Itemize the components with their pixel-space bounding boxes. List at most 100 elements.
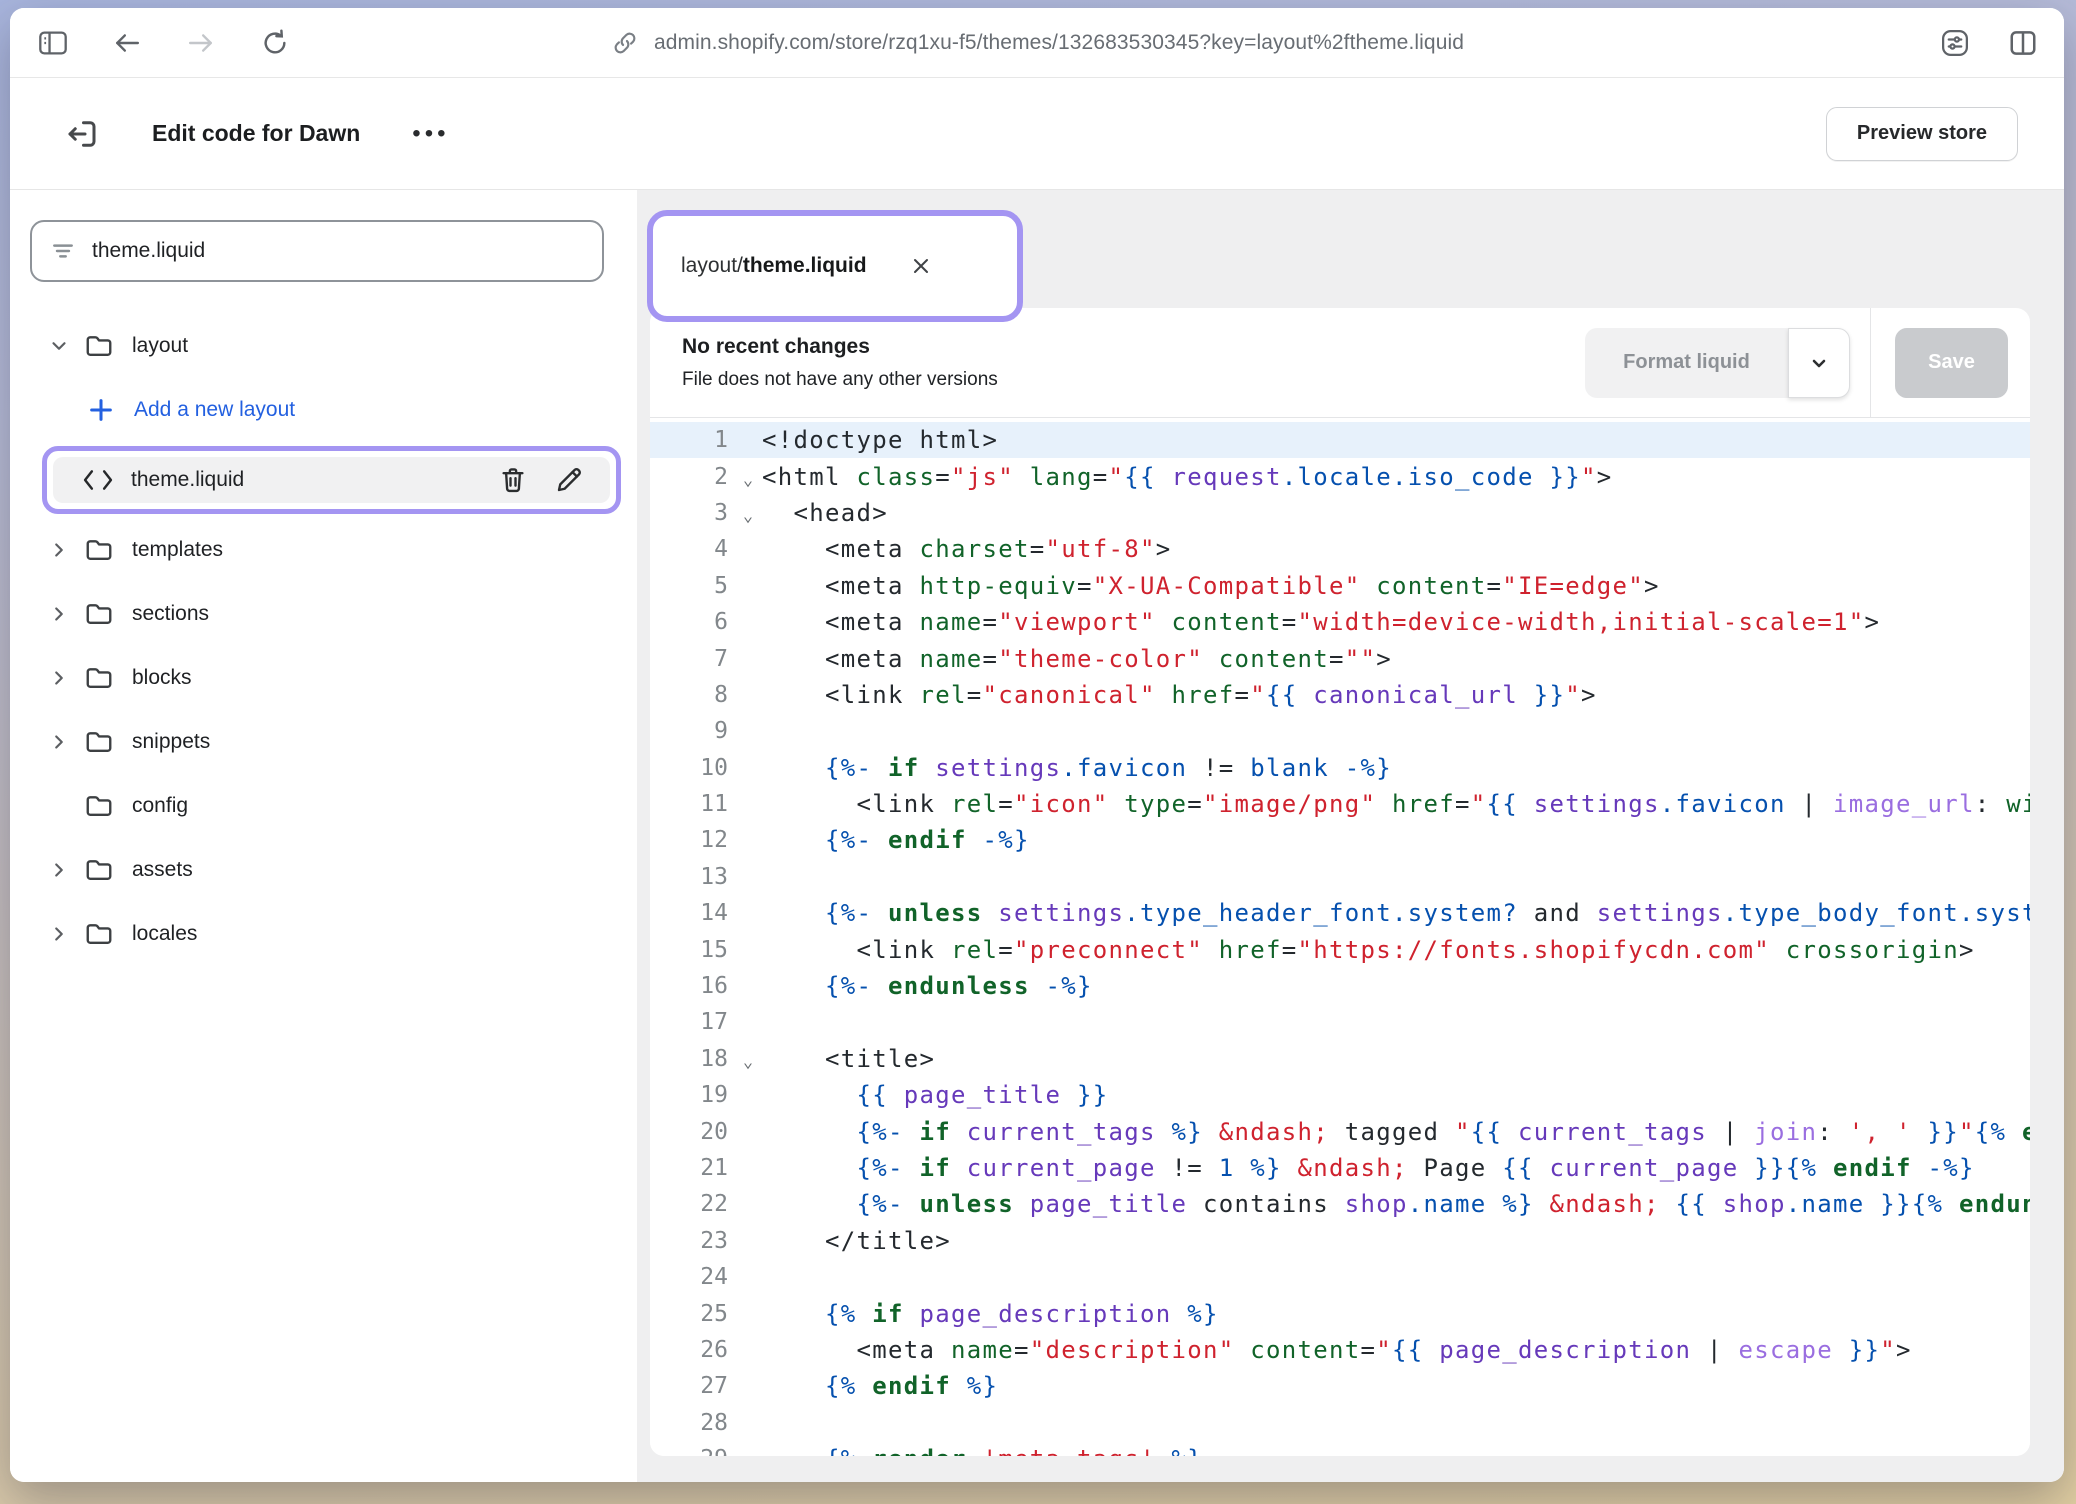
code-line[interactable]: 29 {% render 'meta-tags' %}	[650, 1441, 2030, 1456]
split-view-icon[interactable]	[2008, 28, 2038, 58]
tune-icon[interactable]	[1940, 28, 1970, 58]
editor-panel: layout/theme.liquid No recent changes Fi…	[637, 190, 2064, 1482]
chevron-right-icon[interactable]	[44, 727, 74, 757]
url-text: admin.shopify.com/store/rzq1xu-f5/themes…	[654, 31, 1464, 55]
folder-icon	[82, 329, 116, 363]
code-line[interactable]: 6 <meta name="viewport" content="width=d…	[650, 604, 2030, 640]
code-line[interactable]: 22 {%- unless page_title contains shop.n…	[650, 1186, 2030, 1222]
line-number: 25	[650, 1301, 734, 1327]
code-line[interactable]: 26 <meta name="description" content="{{ …	[650, 1332, 2030, 1368]
line-number: 7	[650, 646, 734, 672]
version-info: No recent changes File does not have any…	[682, 335, 1585, 391]
code-line[interactable]: 18⌄ <title>	[650, 1041, 2030, 1077]
address-bar[interactable]: admin.shopify.com/store/rzq1xu-f5/themes…	[610, 28, 1464, 58]
code-line[interactable]: 21 {%- if current_page != 1 %} &ndash; P…	[650, 1150, 2030, 1186]
main-split: layout Add a new layout theme.liquid tem…	[10, 190, 2064, 1482]
reload-icon[interactable]	[260, 28, 290, 58]
close-tab-icon[interactable]	[909, 254, 933, 278]
code-line[interactable]: 12 {%- endif -%}	[650, 822, 2030, 858]
app-header: Edit code for Dawn ••• Preview store	[10, 78, 2064, 190]
sidebar-item-label: snippets	[132, 730, 210, 754]
browser-window: admin.shopify.com/store/rzq1xu-f5/themes…	[10, 8, 2064, 1482]
code-line[interactable]: 4 <meta charset="utf-8">	[650, 531, 2030, 567]
sidebar-item-config[interactable]: config	[10, 774, 637, 838]
line-number: 26	[650, 1337, 734, 1363]
code-line[interactable]: 14 {%- unless settings.type_header_font.…	[650, 895, 2030, 931]
sidebar-item-layout[interactable]: layout	[10, 314, 637, 378]
sidebar-item-label: layout	[132, 334, 188, 358]
file-search-box[interactable]	[30, 220, 604, 282]
code-line[interactable]: 16 {%- endunless -%}	[650, 968, 2030, 1004]
code-line[interactable]: 24	[650, 1259, 2030, 1295]
code-line[interactable]: 8 <link rel="canonical" href="{{ canonic…	[650, 677, 2030, 713]
format-liquid-button[interactable]: Format liquid	[1585, 328, 1788, 398]
plus-icon	[84, 393, 118, 427]
back-icon[interactable]	[112, 28, 142, 58]
sidebar-item-locales[interactable]: locales	[10, 902, 637, 966]
header-divider	[1870, 308, 1871, 417]
add-new-layout-button[interactable]: Add a new layout	[10, 378, 637, 442]
exit-editor-icon[interactable]	[62, 114, 102, 154]
code-line[interactable]: 27 {% endif %}	[650, 1368, 2030, 1404]
code-line[interactable]: 28	[650, 1405, 2030, 1441]
code-line[interactable]: 5 <meta http-equiv="X-UA-Compatible" con…	[650, 568, 2030, 604]
code-editor[interactable]: 1 <!doctype html> 2⌄ <html class="js" la…	[650, 418, 2030, 1456]
code-line[interactable]: 1 <!doctype html>	[650, 422, 2030, 458]
line-number: 16	[650, 973, 734, 999]
browser-toolbar: admin.shopify.com/store/rzq1xu-f5/themes…	[10, 8, 2064, 78]
code-line[interactable]: 15 <link rel="preconnect" href="https://…	[650, 931, 2030, 967]
sidebar-item-label: sections	[132, 602, 209, 626]
chevron-right-icon[interactable]	[44, 535, 74, 565]
code-line[interactable]: 9	[650, 713, 2030, 749]
sidebar-item-theme-liquid[interactable]: theme.liquid	[53, 457, 610, 503]
format-dropdown-chevron-icon[interactable]	[1788, 328, 1850, 398]
code-line[interactable]: 20 {%- if current_tags %} &ndash; tagged…	[650, 1113, 2030, 1149]
format-liquid-group: Format liquid	[1585, 328, 1850, 398]
chevron-right-icon[interactable]	[44, 663, 74, 693]
sidebar-item-label: config	[132, 794, 188, 818]
line-number: 4	[650, 536, 734, 562]
code-line[interactable]: 13	[650, 859, 2030, 895]
line-number: 24	[650, 1264, 734, 1290]
sidebar-item-templates[interactable]: templates	[10, 518, 637, 582]
sidebar-item-snippets[interactable]: snippets	[10, 710, 637, 774]
version-subtitle: File does not have any other versions	[682, 369, 1585, 391]
fold-chevron-icon[interactable]: ⌄	[734, 500, 762, 526]
line-number: 6	[650, 609, 734, 635]
code-line[interactable]: 19 {{ page_title }}	[650, 1077, 2030, 1113]
fold-chevron-icon[interactable]: ⌄	[734, 464, 762, 490]
search-input[interactable]	[92, 239, 584, 263]
line-number: 29	[650, 1446, 734, 1456]
line-number: 28	[650, 1410, 734, 1436]
code-line[interactable]: 11 <link rel="icon" type="image/png" hre…	[650, 786, 2030, 822]
chevron-right-icon[interactable]	[44, 599, 74, 629]
sidebar-item-assets[interactable]: assets	[10, 838, 637, 902]
code-line[interactable]: 7 <meta name="theme-color" content="">	[650, 640, 2030, 676]
toolbar-left-icons	[38, 8, 290, 77]
page-title: Edit code for Dawn	[152, 120, 360, 147]
code-line[interactable]: 10 {%- if settings.favicon != blank -%}	[650, 750, 2030, 786]
line-number: 19	[650, 1082, 734, 1108]
open-file-tab[interactable]: layout/theme.liquid	[647, 210, 1023, 322]
chevron-down-icon[interactable]	[44, 331, 74, 361]
fold-chevron-icon[interactable]: ⌄	[734, 1046, 762, 1072]
sidebar-item-sections[interactable]: sections	[10, 582, 637, 646]
sidebar-toggle-icon[interactable]	[38, 28, 68, 58]
code-line[interactable]: 23 </title>	[650, 1223, 2030, 1259]
sidebar-item-blocks[interactable]: blocks	[10, 646, 637, 710]
more-menu-icon[interactable]: •••	[412, 120, 449, 148]
version-title: No recent changes	[682, 335, 1585, 359]
folder-icon	[82, 853, 116, 887]
save-button[interactable]: Save	[1895, 328, 2008, 398]
code-line[interactable]: 17	[650, 1004, 2030, 1040]
trash-icon[interactable]	[496, 463, 530, 497]
code-line[interactable]: 25 {% if page_description %}	[650, 1295, 2030, 1331]
preview-store-button[interactable]: Preview store	[1826, 107, 2018, 161]
chevron-right-icon[interactable]	[44, 919, 74, 949]
code-line[interactable]: 3⌄ <head>	[650, 495, 2030, 531]
code-line[interactable]: 2⌄ <html class="js" lang="{{ request.loc…	[650, 458, 2030, 494]
line-number: 15	[650, 937, 734, 963]
line-number: 5	[650, 573, 734, 599]
chevron-right-icon[interactable]	[44, 855, 74, 885]
pencil-icon[interactable]	[552, 463, 586, 497]
